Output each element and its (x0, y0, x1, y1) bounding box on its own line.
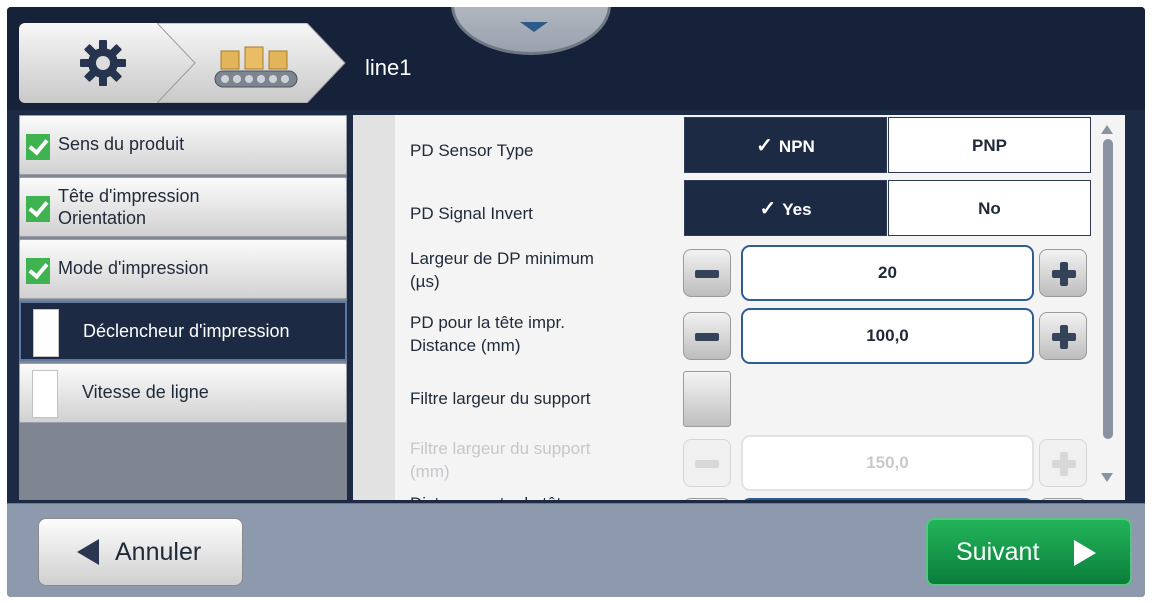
dropdown-handle[interactable] (451, 7, 611, 55)
partial-row-label: Distance entre la tête (410, 492, 571, 500)
plus-icon (1060, 452, 1068, 476)
minus-icon (695, 270, 719, 278)
arrow-left-icon (77, 539, 99, 565)
sidebar-item-mode-impression[interactable]: Mode d'impression (19, 239, 347, 299)
partial-increment-button[interactable] (1039, 498, 1087, 500)
wizard-step-list: Sens du produit Tête d'impression Orient… (19, 115, 347, 500)
option-label: No (978, 199, 1001, 218)
sidebar-item-tete-orientation[interactable]: Tête d'impression Orientation (19, 177, 347, 237)
min-width-input[interactable]: 20 (741, 245, 1034, 301)
chevron-down-icon (520, 22, 548, 32)
minus-icon (695, 333, 719, 341)
footer-bar: Annuler Suivant (7, 503, 1145, 597)
plus-icon (1060, 262, 1068, 286)
head-distance-decrement-button[interactable] (683, 312, 731, 360)
sidebar-item-label: Vitesse de ligne (82, 382, 209, 402)
arrow-right-icon (1074, 540, 1096, 566)
head-distance-input[interactable]: 100,0 (741, 308, 1034, 364)
step-status-box (33, 309, 59, 357)
sidebar-item-sens-du-produit[interactable]: Sens du produit (19, 115, 347, 175)
vertical-scrollbar[interactable] (1095, 119, 1121, 495)
sensor-type-npn-button[interactable]: ✓ NPN (684, 117, 887, 173)
min-width-decrement-button[interactable] (683, 249, 731, 297)
min-width-increment-button[interactable] (1039, 249, 1087, 297)
conveyor-icon (214, 46, 298, 88)
sidebar-item-label: Tête d'impression Orientation (58, 186, 200, 228)
line-title: line1 (365, 55, 412, 80)
next-button[interactable]: Suivant (926, 518, 1132, 586)
minus-icon (695, 460, 719, 468)
head-distance-increment-button[interactable] (1039, 312, 1087, 360)
signal-invert-label: PD Signal Invert (410, 204, 533, 223)
sensor-type-pnp-button[interactable]: PNP (888, 117, 1091, 173)
media-filter-checkbox[interactable] (683, 371, 731, 427)
sidebar-item-label: Déclencheur d'impression (83, 321, 290, 341)
check-icon: ✓ (756, 135, 773, 157)
media-filter-width-input[interactable]: 150,0 (741, 435, 1034, 491)
panel-gutter (353, 115, 395, 500)
cancel-button[interactable]: Annuler (38, 518, 243, 586)
sidebar-item-label: Sens du produit (58, 134, 185, 154)
media-filter-width-label: Filtre largeur du support (mm) (410, 439, 591, 481)
settings-panel: PD Sensor Type ✓ NPN PNP PD Signal Invert… (353, 115, 1125, 500)
option-label: NPN (778, 137, 815, 156)
scroll-thumb[interactable] (1103, 139, 1113, 439)
sidebar-item-label: Mode d'impression (58, 258, 209, 278)
option-label: Yes (782, 200, 812, 219)
next-button-label: Suivant (956, 538, 1040, 566)
check-icon (26, 258, 50, 284)
check-icon (26, 134, 50, 160)
option-label: PNP (972, 136, 1007, 155)
gear-icon (80, 40, 126, 86)
check-icon (26, 196, 50, 222)
media-filter-width-increment-button[interactable] (1039, 439, 1087, 487)
cancel-button-label: Annuler (115, 538, 202, 566)
min-width-label: Largeur de DP minimum (µs) (410, 249, 594, 291)
scroll-down-icon[interactable] (1101, 473, 1113, 482)
signal-invert-yes-button[interactable]: ✓ Yes (684, 180, 887, 236)
head-distance-label: PD pour la tête impr. Distance (mm) (410, 313, 565, 355)
header-bar: line1 (7, 7, 1145, 110)
plus-icon (1060, 325, 1068, 349)
step-status-box (32, 370, 58, 418)
partial-decrement-button[interactable] (683, 498, 731, 500)
sensor-type-label: PD Sensor Type (410, 141, 534, 160)
media-filter-label: Filtre largeur du support (410, 389, 591, 408)
signal-invert-no-button[interactable]: No (888, 180, 1091, 236)
scroll-up-icon[interactable] (1101, 125, 1113, 134)
production-line-button[interactable] (157, 23, 347, 103)
partial-input[interactable] (741, 498, 1034, 500)
app-window: line1 Sens du produit Tête d'impression … (7, 7, 1145, 597)
sidebar-item-vitesse-ligne[interactable]: Vitesse de ligne (19, 363, 347, 423)
media-filter-width-decrement-button[interactable] (683, 439, 731, 487)
check-icon: ✓ (759, 198, 777, 220)
sidebar-item-declencheur[interactable]: Déclencheur d'impression (19, 301, 347, 361)
